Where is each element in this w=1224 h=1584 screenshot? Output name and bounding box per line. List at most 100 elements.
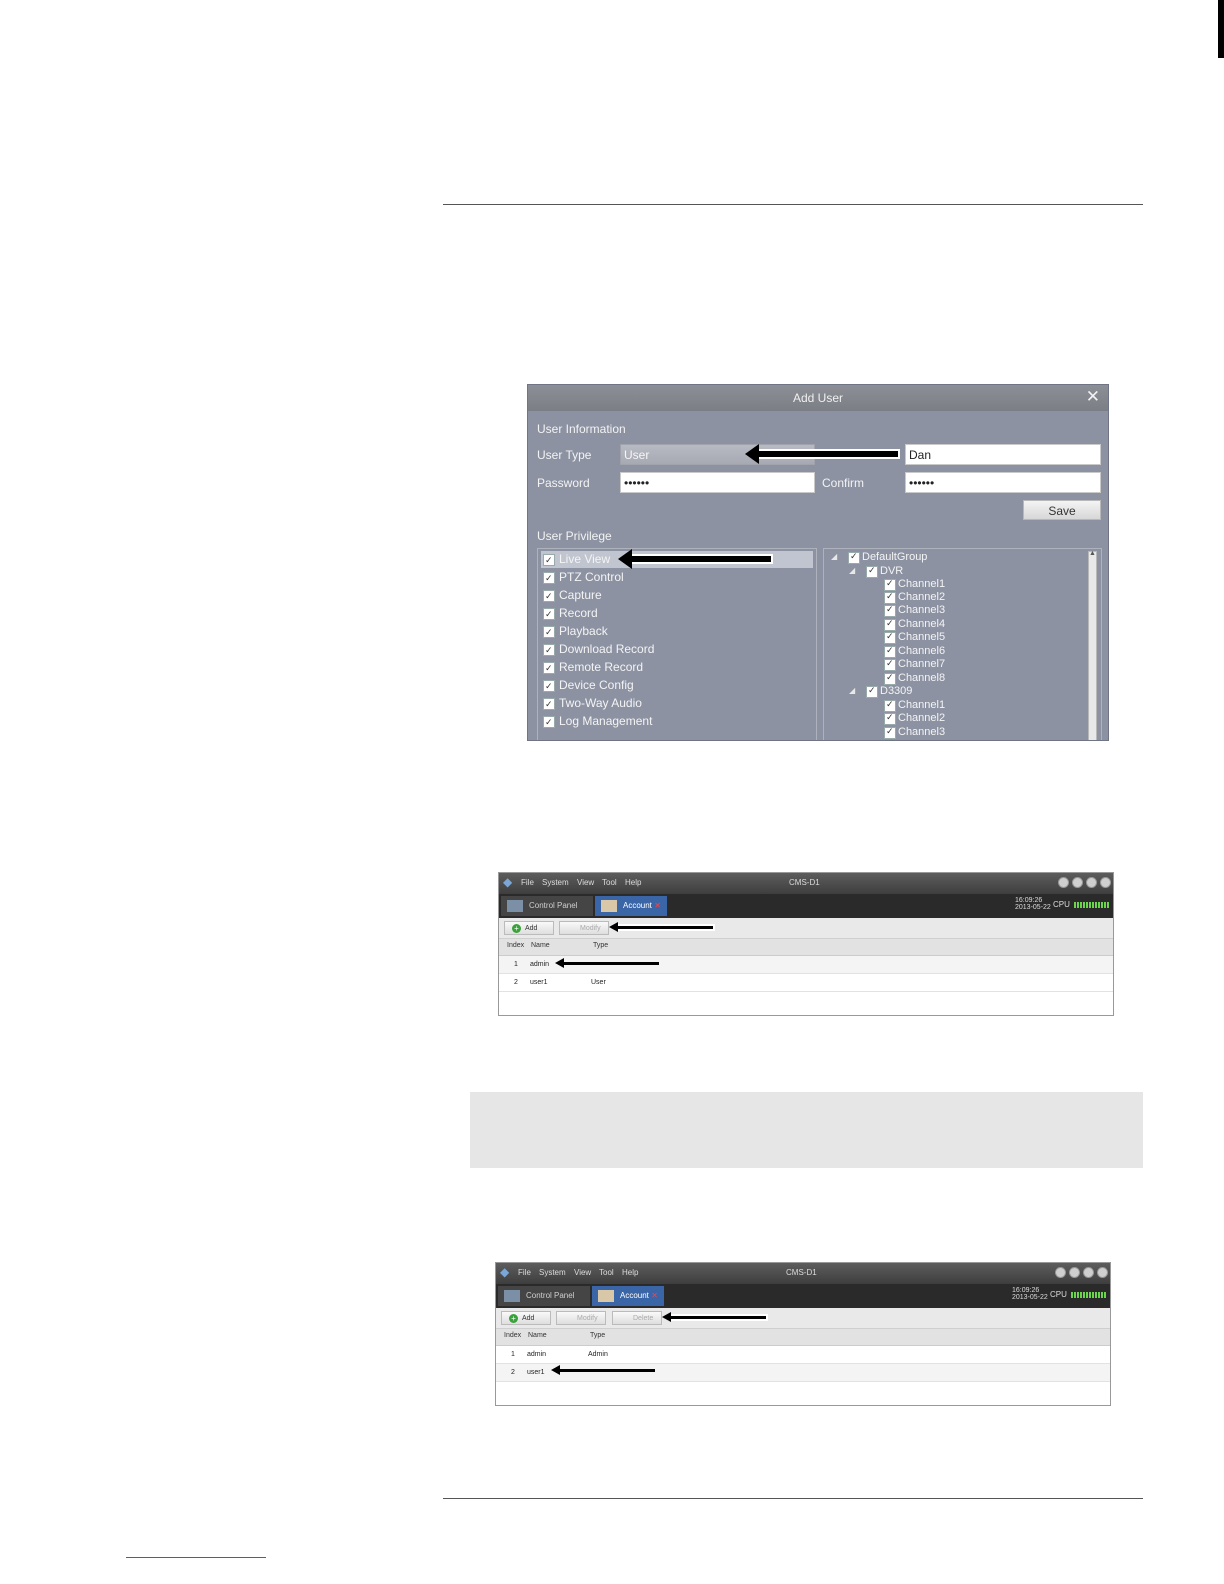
checkbox-checked-icon[interactable] [884, 630, 896, 644]
checkbox-checked-icon[interactable] [543, 642, 555, 659]
tree-node-label: Channel8 [898, 672, 946, 684]
checkbox-checked-icon[interactable] [543, 552, 555, 569]
tree-node-channel[interactable]: Channel5 [884, 630, 945, 644]
privilege-item[interactable]: Download Record [541, 641, 813, 659]
maximize-icon[interactable] [1083, 1267, 1094, 1278]
app-logo-icon: ◆ [503, 875, 513, 889]
tree-node-channel[interactable]: Channel7 [884, 657, 945, 671]
checkbox-checked-icon[interactable] [543, 696, 555, 713]
privilege-item[interactable]: Remote Record [541, 659, 813, 677]
privilege-item[interactable]: Capture [541, 587, 813, 605]
tree-expand-icon[interactable]: ◢ [849, 686, 855, 695]
checkbox-checked-icon[interactable] [866, 564, 878, 578]
table-row[interactable]: 2 user1 User [499, 974, 1113, 992]
modify-button[interactable]: Modify [559, 921, 609, 935]
app-title: CMS-D1 [789, 878, 820, 887]
settings-icon[interactable] [1058, 877, 1069, 888]
toolbar: + Add Modify Delete [496, 1308, 1110, 1329]
tree-scrollbar[interactable] [1088, 550, 1097, 740]
privilege-item[interactable]: Record [541, 605, 813, 623]
checkbox-checked-icon[interactable] [884, 725, 896, 739]
tab-account[interactable]: Account ✕ [595, 896, 667, 916]
tab-close-icon[interactable]: ✕ [654, 896, 661, 916]
table-row[interactable]: 1 admin Admin [496, 1346, 1110, 1364]
delete-button[interactable]: Delete [612, 1311, 662, 1325]
tree-node-channel[interactable]: Channel3 [884, 603, 946, 617]
minimize-icon[interactable] [1072, 877, 1083, 888]
tree-node-channel[interactable]: Channel2 [884, 711, 945, 725]
table-row[interactable]: 2 user1 [496, 1364, 1110, 1382]
tree-expand-icon[interactable]: ◢ [831, 552, 837, 561]
add-icon: + [512, 924, 521, 933]
privilege-item[interactable]: Device Config [541, 677, 813, 695]
checkbox-checked-icon[interactable] [543, 624, 555, 641]
menu-tool[interactable]: Tool [602, 878, 617, 887]
tree-node-label: Channel1 [898, 699, 946, 711]
menu-file[interactable]: File [521, 878, 534, 887]
footer-link-underline[interactable] [126, 1557, 266, 1558]
checkbox-checked-icon[interactable] [543, 660, 555, 677]
menu-file[interactable]: File [518, 1268, 531, 1277]
tab-control-panel[interactable]: Control Panel [501, 896, 593, 916]
tree-node-channel[interactable]: Channel3 [884, 725, 945, 739]
menu-view[interactable]: View [577, 878, 594, 887]
channel-tree: ◢ DefaultGroup ◢ DVR Channel1 Channel2 C… [823, 548, 1102, 740]
settings-icon[interactable] [1055, 1267, 1066, 1278]
menu-system[interactable]: System [539, 1268, 566, 1277]
menu-help[interactable]: Help [625, 878, 641, 887]
minimize-icon[interactable] [1069, 1267, 1080, 1278]
save-button[interactable]: Save [1023, 500, 1101, 520]
table-header: Index Name Type [496, 1329, 1110, 1346]
cell-name: admin [530, 961, 550, 968]
checkbox-checked-icon[interactable] [884, 657, 896, 671]
tree-node-label: Channel1 [898, 578, 946, 590]
privilege-item[interactable]: PTZ Control [541, 569, 813, 587]
menu-tool[interactable]: Tool [599, 1268, 614, 1277]
privilege-item[interactable]: Log Management [541, 713, 813, 731]
checkbox-checked-icon[interactable] [543, 570, 555, 587]
tab-control-panel[interactable]: Control Panel [498, 1286, 590, 1306]
menu-view[interactable]: View [574, 1268, 591, 1277]
checkbox-checked-icon[interactable] [848, 550, 860, 564]
tab-account[interactable]: Account ✕ [592, 1286, 664, 1306]
menu-help[interactable]: Help [622, 1268, 638, 1277]
table-row[interactable]: 1 admin [499, 956, 1113, 974]
modify-button[interactable]: Modify [556, 1311, 606, 1325]
tree-expand-icon[interactable]: ◢ [849, 566, 855, 575]
privilege-label: Capture [559, 588, 602, 602]
checkbox-checked-icon[interactable] [884, 711, 896, 725]
checkbox-checked-icon[interactable] [884, 671, 896, 685]
close-icon[interactable] [1100, 877, 1111, 888]
button-label: Add [522, 1315, 535, 1322]
tab-bar: Control Panel Account ✕ 16:09:26 2013-05-2… [499, 894, 1113, 918]
checkbox-checked-icon[interactable] [543, 714, 555, 731]
close-icon[interactable]: ✕ [1086, 388, 1100, 406]
maximize-icon[interactable] [1086, 877, 1097, 888]
checkbox-checked-icon[interactable] [884, 603, 896, 617]
user-information-heading: User Information [537, 422, 626, 436]
privilege-item[interactable]: Playback [541, 623, 813, 641]
add-button[interactable]: + Add [504, 921, 554, 935]
privilege-item[interactable]: Two-Way Audio [541, 695, 813, 713]
tree-node-device[interactable]: DVR [866, 564, 903, 578]
tree-node-channel[interactable]: Channel8 [884, 671, 946, 685]
monitor-icon [504, 1290, 520, 1302]
checkbox-checked-icon[interactable] [866, 684, 878, 698]
password-label: Password [537, 476, 590, 490]
checkbox-checked-icon[interactable] [543, 606, 555, 623]
tree-node-label: Channel3 [898, 604, 946, 616]
cpu-meter [1071, 1292, 1107, 1298]
add-button[interactable]: + Add [501, 1311, 551, 1325]
close-icon[interactable] [1097, 1267, 1108, 1278]
checkbox-checked-icon[interactable] [543, 588, 555, 605]
tree-node-root[interactable]: DefaultGroup [848, 550, 927, 564]
tree-node-label: D3309 [880, 685, 913, 697]
tab-close-icon[interactable]: ✕ [651, 1286, 658, 1306]
checkbox-checked-icon[interactable] [543, 678, 555, 695]
menu-system[interactable]: System [542, 878, 569, 887]
tree-node-device[interactable]: D3309 [866, 684, 913, 698]
user-name-input[interactable]: Dan [905, 444, 1101, 465]
password-input[interactable]: •••••• [620, 472, 815, 493]
confirm-password-input[interactable]: •••••• [905, 472, 1101, 493]
cell-name: admin [527, 1351, 547, 1358]
